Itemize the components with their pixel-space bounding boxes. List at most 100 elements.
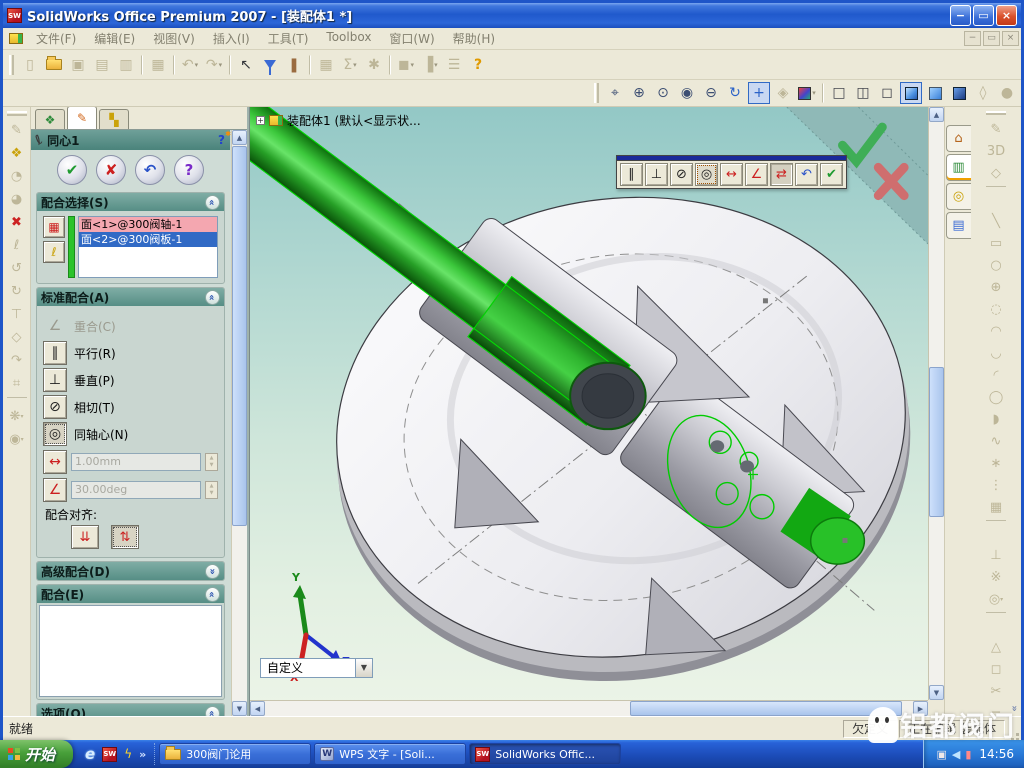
ctx-angle-button[interactable]: ∠ — [745, 163, 768, 186]
mate-tangent[interactable]: ⊘ 相切(T) — [43, 395, 218, 419]
3d-sketch-button[interactable]: 3D▾ — [984, 140, 1008, 162]
mdi-control-button[interactable]: × — [1002, 31, 1019, 46]
selected-face-item[interactable]: 面<2>@300阀板-1 — [79, 232, 217, 247]
grid-button[interactable]: ▦▾ — [315, 54, 337, 76]
toolbar-grip[interactable] — [7, 111, 27, 116]
menu-item[interactable]: Toolbox — [317, 27, 380, 50]
collapse-chevron-icon[interactable]: » — [205, 706, 220, 717]
assembly-tree-item[interactable]: 装配体1 (默认<显示状... — [287, 112, 421, 129]
shaded-with-edges-button[interactable]: ▾ — [900, 82, 922, 104]
hidden-lines-removed-button[interactable]: ◻▾ — [876, 82, 898, 104]
trim-entities-button[interactable]: ✂▾ — [984, 680, 1008, 702]
display-relations-button[interactable]: ※▾ — [984, 566, 1008, 588]
tray-icon-input[interactable]: ◀ — [952, 749, 960, 760]
mates-listbox[interactable] — [39, 605, 222, 697]
select-tool-button[interactable]: ↖▾ — [235, 54, 257, 76]
circle-button[interactable]: ⊕▾ — [984, 276, 1008, 298]
rotate-component-button[interactable]: ↷▾ — [5, 349, 29, 372]
show-components-button[interactable]: ◕▾ — [5, 188, 29, 211]
selection-filter-button[interactable]: ▾ — [259, 54, 281, 76]
scrollbar-thumb[interactable] — [232, 146, 247, 526]
taskpane-tab-resources[interactable]: ▥ — [946, 154, 971, 181]
scroll-up-button[interactable]: ▲ — [929, 107, 944, 122]
taskpane-tab-home[interactable]: ⌂ — [946, 125, 971, 152]
select-other-button[interactable]: ❚▾ — [283, 54, 305, 76]
help-icon[interactable]: ?✱ — [218, 133, 225, 147]
viewport-hscrollbar[interactable]: ◀ ▶ — [250, 700, 928, 716]
toolbar-grip[interactable] — [9, 55, 14, 75]
new-document-button[interactable]: ▯▾ — [19, 54, 41, 76]
view-orientation-dropdown[interactable]: 自定义 ▼ — [260, 658, 373, 678]
partial-ellipse-button[interactable]: ◗▾ — [984, 408, 1008, 430]
menu-item[interactable]: 插入(I) — [204, 27, 259, 50]
curvature-button[interactable]: ●▾ — [996, 82, 1018, 104]
ctx-parallel-button[interactable]: ∥ — [620, 163, 643, 186]
insert-components-button[interactable]: ❖▾ — [5, 142, 29, 165]
resize-grip[interactable] — [1007, 720, 1021, 738]
angle-mate-icon[interactable]: ∠ — [43, 478, 67, 502]
ellipse-button[interactable]: ◯▾ — [984, 386, 1008, 408]
print-button[interactable]: ▦▾ — [147, 54, 169, 76]
minimize-button[interactable]: − — [950, 5, 971, 26]
section-view-button[interactable]: ▾ — [796, 82, 818, 104]
zoom-out-button[interactable]: ⊖▾ — [700, 82, 722, 104]
convert-entities-button[interactable]: △▾ — [984, 636, 1008, 658]
ctx-flip-alignment-button[interactable]: ⇄ — [770, 163, 793, 186]
offset-entities-button[interactable]: ◻▾ — [984, 658, 1008, 680]
task-pane-toggle-button[interactable]: ▐▾ — [419, 54, 441, 76]
view-toolbar-button[interactable]: ▾ — [822, 83, 824, 103]
viewport-canvas[interactable]: + 装配体1 (默认<显示状... ∥⊥⊘◎↔∠⇄↶✔ — [250, 107, 928, 700]
undo-mate-button[interactable]: ↶ — [135, 155, 165, 185]
perspective-button[interactable]: ◊▾ — [972, 82, 994, 104]
menu-item[interactable]: 编辑(E) — [85, 27, 144, 50]
sketch-tool-button[interactable]: ▾ — [986, 612, 1006, 634]
section-header[interactable]: 选项(O) » — [37, 704, 224, 716]
expand-chevron-icon[interactable]: » — [205, 564, 220, 579]
ctx-concentric-button[interactable]: ◎ — [695, 163, 718, 186]
scrollbar-thumb[interactable] — [630, 701, 902, 716]
spline-button[interactable]: ∿▾ — [984, 430, 1008, 452]
shadow-in-shaded-button[interactable]: ▾ — [948, 82, 970, 104]
section-header[interactable]: 配合(E) » — [37, 585, 224, 603]
save-button[interactable]: ▣▾ — [67, 54, 89, 76]
mate-help-button[interactable]: ? — [174, 155, 204, 185]
collapse-chevron-icon[interactable]: » — [205, 587, 220, 602]
multiple-mate-button[interactable]: ℓ — [43, 241, 65, 263]
measure-button[interactable]: Σ▾ — [339, 54, 361, 76]
options-list-button[interactable]: ☰▾ — [443, 54, 465, 76]
3d-drawing-view-button[interactable]: ◈▾ — [772, 82, 794, 104]
toolbar-overflow-icon[interactable]: » — [1008, 705, 1019, 711]
scroll-left-button[interactable]: ◀ — [250, 701, 265, 716]
tray-icon-audio[interactable]: ▣ — [936, 749, 946, 760]
help-button[interactable]: ?▾ — [467, 54, 489, 76]
distance-spinner[interactable]: ▲▼ — [205, 453, 218, 471]
quicklaunch-ie[interactable]: e — [85, 745, 95, 763]
angle-input[interactable]: 30.00deg — [71, 481, 201, 499]
polygon-button[interactable]: ○▾ — [984, 254, 1008, 276]
menu-item[interactable]: 帮助(H) — [444, 27, 504, 50]
panel-scrollbar[interactable]: ▲ ▼ — [231, 130, 247, 716]
hide-show-components-button[interactable]: ✖▾ — [5, 211, 29, 234]
smart-dimension-button[interactable]: ◇▾ — [984, 162, 1008, 184]
mdi-control-button[interactable]: − — [964, 31, 981, 46]
ctx-undo-button[interactable]: ↶ — [795, 163, 818, 186]
taskpane-tab-palette[interactable]: ▤ — [946, 212, 971, 239]
viewport-vscrollbar[interactable]: ▲ ▼ — [928, 107, 944, 700]
mdi-control-button[interactable]: ▭ — [983, 31, 1000, 46]
toolbar-grip[interactable] — [986, 111, 1006, 115]
shaded-button[interactable]: ▾ — [924, 82, 946, 104]
zoom-area-button[interactable]: ⊕▾ — [628, 82, 650, 104]
menu-item[interactable]: 窗口(W) — [380, 27, 443, 50]
ctx-accept-button[interactable]: ✔ — [820, 163, 843, 186]
quick-launch-overflow-icon[interactable]: » — [139, 748, 146, 761]
fastener-button[interactable]: ⊤▾ — [5, 303, 29, 326]
featuremanager-tab[interactable]: ❖ — [35, 109, 65, 129]
open-button[interactable]: ▾ — [43, 54, 65, 76]
ok-button[interactable]: ✔ — [57, 155, 87, 185]
edit-part-button[interactable]: ✎▾ — [5, 119, 29, 142]
mate-button[interactable]: ℓ▾ — [5, 234, 29, 257]
entities-to-mate-button[interactable]: ▦ — [43, 216, 65, 238]
hidden-lines-visible-button[interactable]: ◫▾ — [852, 82, 874, 104]
expand-icon[interactable]: + — [256, 116, 265, 125]
zoom-to-fit-button[interactable]: ⌖▾ — [604, 82, 626, 104]
